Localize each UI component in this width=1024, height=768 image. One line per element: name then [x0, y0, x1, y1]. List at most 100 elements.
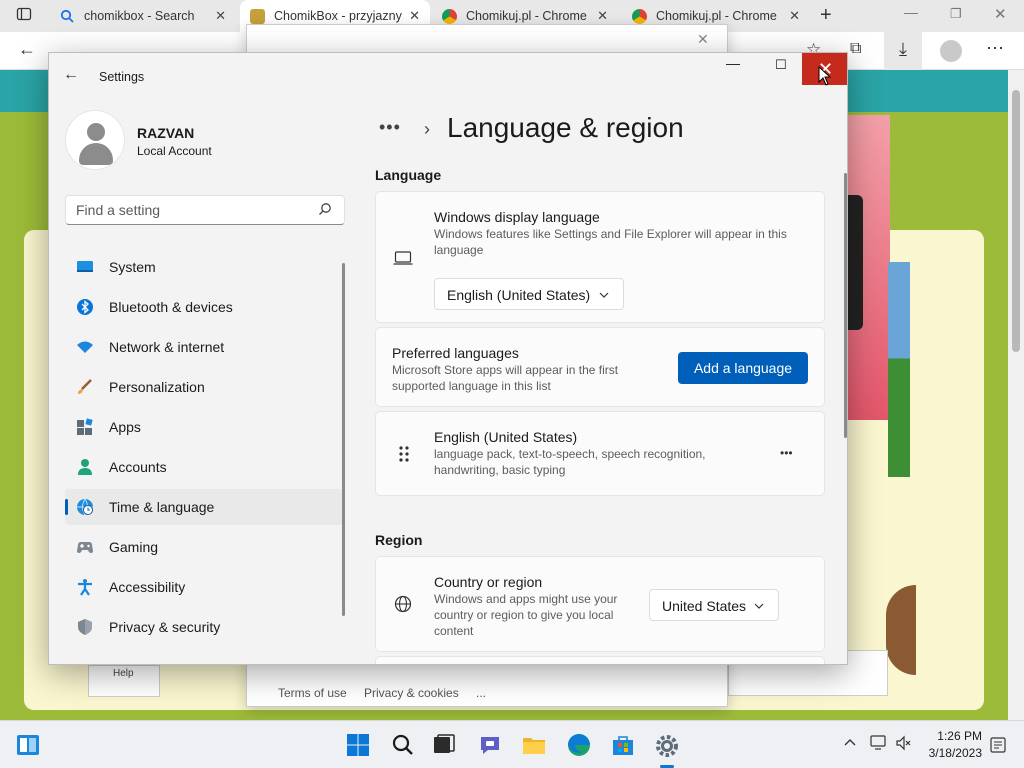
new-tab-button[interactable]: +	[820, 4, 832, 27]
nav-item-network[interactable]: Network & internet	[65, 329, 343, 365]
globe-icon	[394, 595, 412, 618]
brush-icon	[76, 378, 94, 396]
nav-item-bluetooth[interactable]: Bluetooth & devices	[65, 289, 343, 325]
chevron-up-icon[interactable]	[843, 735, 857, 754]
minimize-button[interactable]: —	[721, 55, 745, 81]
maximize-button[interactable]: ☐	[769, 57, 793, 83]
nav-label: Bluetooth & devices	[109, 299, 233, 315]
drag-handle-icon[interactable]	[398, 445, 410, 468]
window-title: Settings	[99, 70, 145, 84]
website-dark-panel	[848, 195, 863, 330]
network-icon[interactable]	[870, 735, 888, 756]
start-icon[interactable]	[346, 733, 370, 757]
account-type: Local Account	[137, 144, 212, 158]
settings-title-bar[interactable]: ← Settings — ☐ ✕	[49, 53, 847, 97]
browser-minimize-icon[interactable]: —	[904, 4, 918, 20]
collections-icon[interactable]: ⧉	[850, 40, 861, 58]
more-menu-icon[interactable]: ⋯	[986, 38, 1004, 59]
nav-item-accessibility[interactable]: Accessibility	[65, 569, 343, 605]
installed-language-card[interactable]: English (United States) language pack, t…	[375, 411, 825, 496]
user-avatar[interactable]	[65, 110, 125, 170]
popup-close-icon[interactable]: ✕	[697, 31, 709, 48]
preferred-languages-card: Preferred languages Microsoft Store apps…	[375, 327, 825, 407]
taskbar: 1:26 PM 3/18/2023	[0, 720, 1024, 768]
close-tab-icon[interactable]: ✕	[789, 8, 800, 24]
clock-date[interactable]: 3/18/2023	[929, 746, 982, 760]
tab-chomikbox-search[interactable]: chomikbox - Search ✕	[50, 0, 236, 32]
tab-label: chomikbox - Search	[84, 9, 195, 23]
notifications-icon[interactable]	[990, 737, 1006, 758]
privacy-link[interactable]: Privacy & cookies	[364, 686, 459, 700]
mouse-cursor-icon	[818, 65, 832, 91]
nav-label: Accessibility	[109, 579, 186, 595]
search-icon[interactable]	[318, 202, 334, 218]
country-region-dropdown[interactable]: United States	[649, 589, 779, 621]
clock-time[interactable]: 1:26 PM	[937, 729, 982, 743]
back-arrow-icon[interactable]: ←	[18, 39, 36, 60]
widgets-icon[interactable]	[16, 733, 40, 757]
chomik-favicon	[250, 9, 265, 24]
breadcrumb-chevron-icon: ›	[424, 119, 430, 139]
close-tab-icon[interactable]: ✕	[215, 8, 226, 24]
bluetooth-icon	[76, 298, 94, 316]
browser-restore-icon[interactable]: ❐	[950, 6, 962, 22]
nav-label: Accounts	[109, 459, 167, 475]
person-icon	[76, 458, 94, 476]
profile-avatar-icon[interactable]	[940, 40, 962, 62]
more-link[interactable]: ...	[476, 686, 486, 700]
find-setting-box[interactable]	[65, 195, 345, 225]
dropdown-value: English (United States)	[447, 287, 591, 303]
task-view-icon[interactable]	[432, 733, 456, 757]
apps-icon	[76, 418, 94, 436]
terms-link[interactable]: Terms of use	[278, 686, 347, 700]
back-button[interactable]: ←	[63, 66, 83, 86]
tab-label: Chomikuj.pl - Chrome	[656, 9, 777, 23]
laptop-icon	[393, 250, 413, 271]
popup-footer: Terms of use Privacy & cookies ...	[246, 680, 728, 706]
tab-label: ChomikBox - przyjazny	[274, 9, 402, 23]
nav-scrollbar[interactable]	[342, 263, 345, 616]
settings-icon[interactable]	[654, 733, 680, 757]
search-icon[interactable]	[391, 733, 415, 757]
nav-item-time-language[interactable]: Time & language	[65, 489, 343, 525]
find-setting-input[interactable]	[76, 201, 306, 219]
file-explorer-icon[interactable]	[522, 733, 546, 757]
chrome-favicon	[442, 9, 457, 24]
preferred-languages-description: Microsoft Store apps will appear in the …	[392, 363, 619, 393]
add-language-button[interactable]: Add a language	[678, 352, 808, 384]
help-link[interactable]: Help	[88, 665, 160, 697]
nav-item-personalization[interactable]: Personalization	[65, 369, 343, 405]
nav-label: Personalization	[109, 379, 205, 395]
website-photo	[888, 262, 910, 477]
content-scrollbar[interactable]	[844, 173, 847, 438]
chat-icon[interactable]	[478, 733, 502, 757]
help-label: Help	[113, 668, 134, 679]
nav-label: Apps	[109, 419, 141, 435]
display-language-dropdown[interactable]: English (United States)	[434, 278, 624, 310]
breadcrumb-more[interactable]: •••	[379, 117, 401, 138]
nav-item-system[interactable]: System	[65, 249, 343, 285]
nav-label: System	[109, 259, 156, 275]
close-tab-icon[interactable]: ✕	[409, 8, 420, 24]
language-options-button[interactable]: •••	[780, 446, 793, 460]
downloads-icon[interactable]: ⤓	[884, 32, 922, 70]
nav-item-apps[interactable]: Apps	[65, 409, 343, 445]
installed-language-description: language pack, text-to-speech, speech re…	[434, 447, 706, 477]
store-icon[interactable]	[611, 733, 635, 757]
close-tab-icon[interactable]: ✕	[597, 8, 608, 24]
tab-label: Chomikuj.pl - Chrome	[466, 9, 587, 23]
shield-icon	[76, 618, 94, 636]
bing-search-icon	[60, 9, 75, 24]
volume-muted-icon[interactable]	[896, 735, 912, 756]
edge-icon[interactable]	[567, 733, 591, 757]
tab-actions-icon[interactable]	[16, 6, 32, 27]
nav-item-accounts[interactable]: Accounts	[65, 449, 343, 485]
chevron-down-icon	[599, 287, 609, 298]
nav-item-privacy[interactable]: Privacy & security	[65, 609, 343, 645]
browser-close-icon[interactable]: ✕	[994, 5, 1007, 23]
page-scrollbar-thumb[interactable]	[1012, 90, 1020, 352]
nav-item-gaming[interactable]: Gaming	[65, 529, 343, 565]
nav-label: Time & language	[109, 499, 215, 515]
country-region-description: Windows and apps might use your country …	[434, 592, 618, 638]
hamster-mascot-image	[886, 585, 916, 675]
